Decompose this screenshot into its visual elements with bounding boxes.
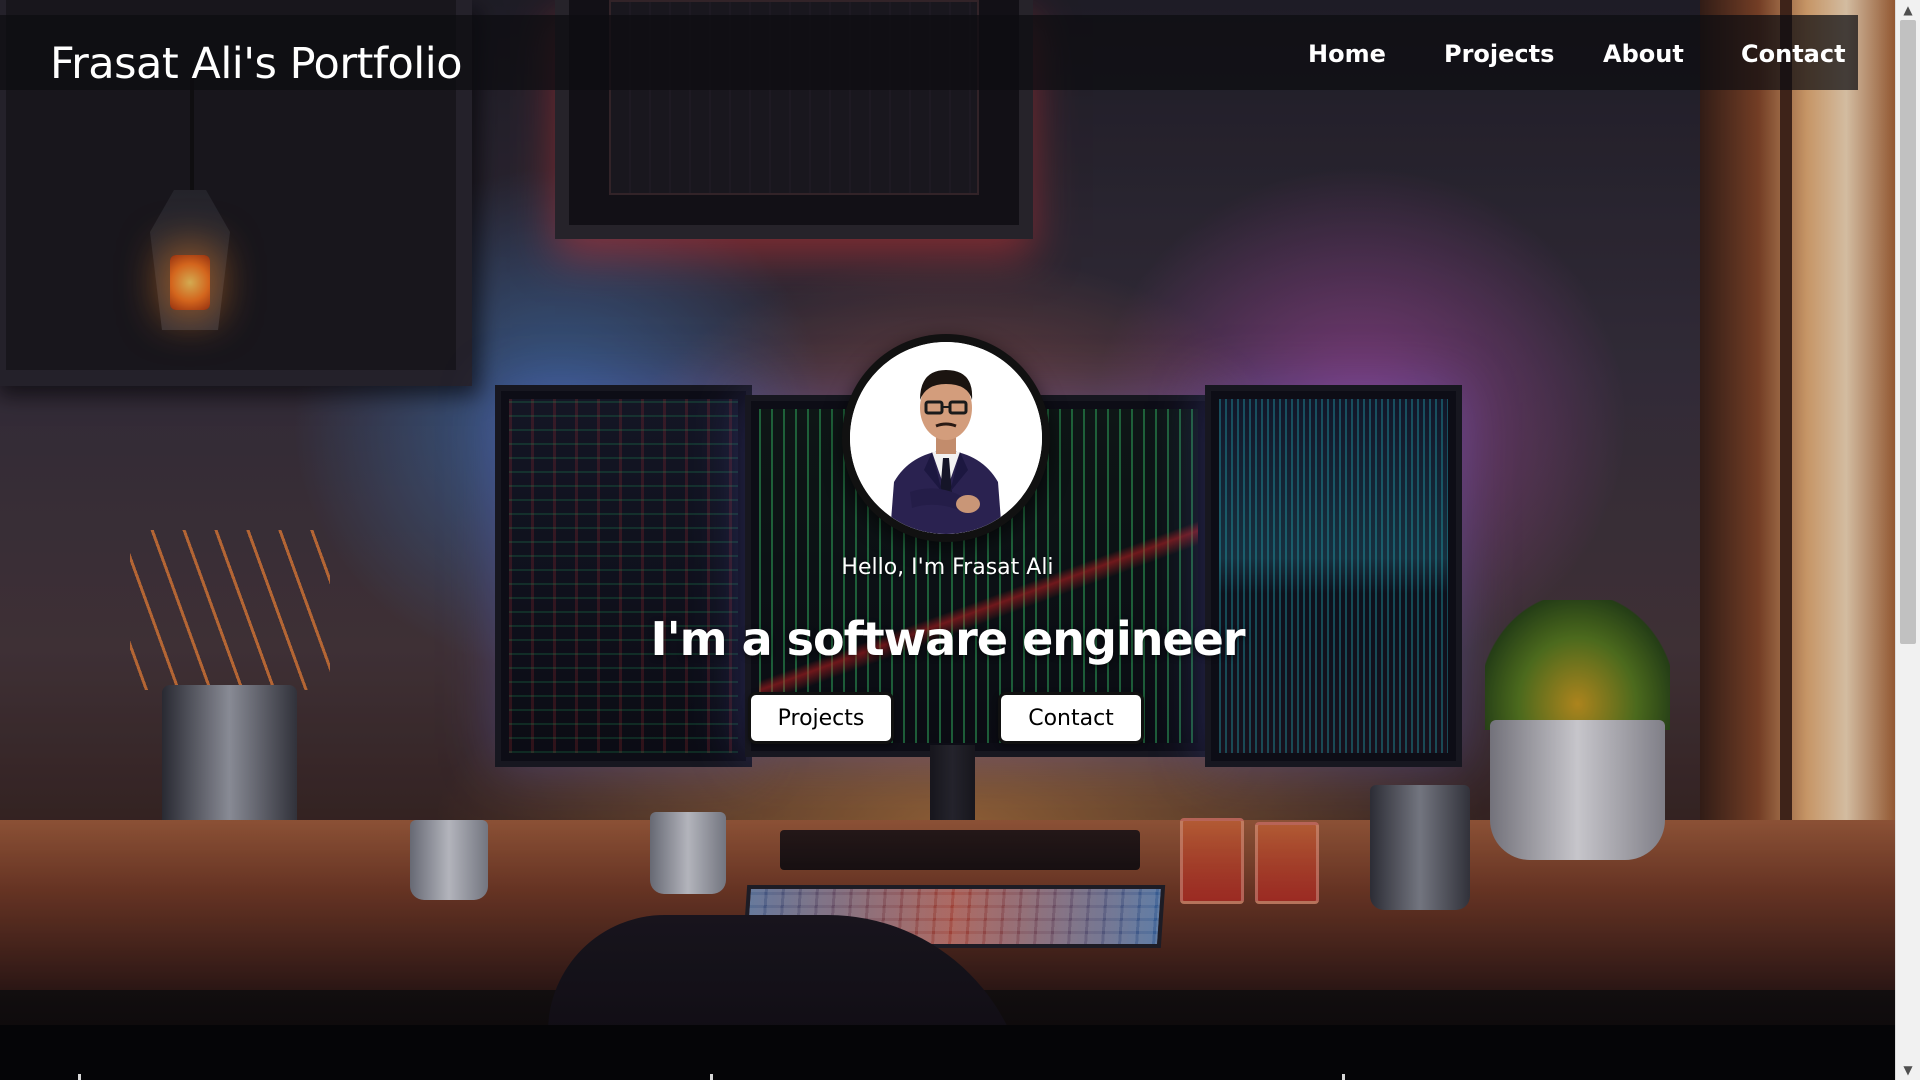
hero-headline: I'm a software engineer bbox=[650, 612, 1245, 666]
contact-button[interactable]: Contact bbox=[998, 692, 1144, 744]
navbar: Frasat Ali's Portfolio bbox=[0, 15, 1858, 90]
chevron-down-icon[interactable]: ▼ bbox=[1896, 1060, 1920, 1080]
nav-link-projects[interactable]: Projects bbox=[1444, 40, 1554, 68]
divider-tick bbox=[710, 1074, 713, 1080]
profile-avatar bbox=[842, 334, 1050, 542]
profile-photo bbox=[850, 342, 1042, 534]
brand-title[interactable]: Frasat Ali's Portfolio bbox=[50, 39, 463, 89]
chevron-up-icon[interactable]: ▲ bbox=[1896, 0, 1920, 20]
projects-button[interactable]: Projects bbox=[748, 692, 894, 744]
hero-greeting: Hello, I'm Frasat Ali bbox=[841, 555, 1054, 580]
divider-tick bbox=[1342, 1074, 1345, 1080]
scrollbar-thumb[interactable] bbox=[1900, 20, 1916, 644]
person-avatar-icon bbox=[850, 342, 1042, 534]
page-viewport: Frasat Ali's Portfolio Home Projects Abo… bbox=[0, 0, 1895, 1080]
nav-link-about[interactable]: About bbox=[1603, 40, 1684, 68]
next-section-edge bbox=[0, 1025, 1895, 1080]
vertical-scrollbar[interactable]: ▲ ▼ bbox=[1895, 0, 1920, 1080]
nav-link-contact[interactable]: Contact bbox=[1741, 40, 1846, 68]
nav-link-home[interactable]: Home bbox=[1308, 40, 1386, 68]
divider-tick bbox=[78, 1074, 81, 1080]
